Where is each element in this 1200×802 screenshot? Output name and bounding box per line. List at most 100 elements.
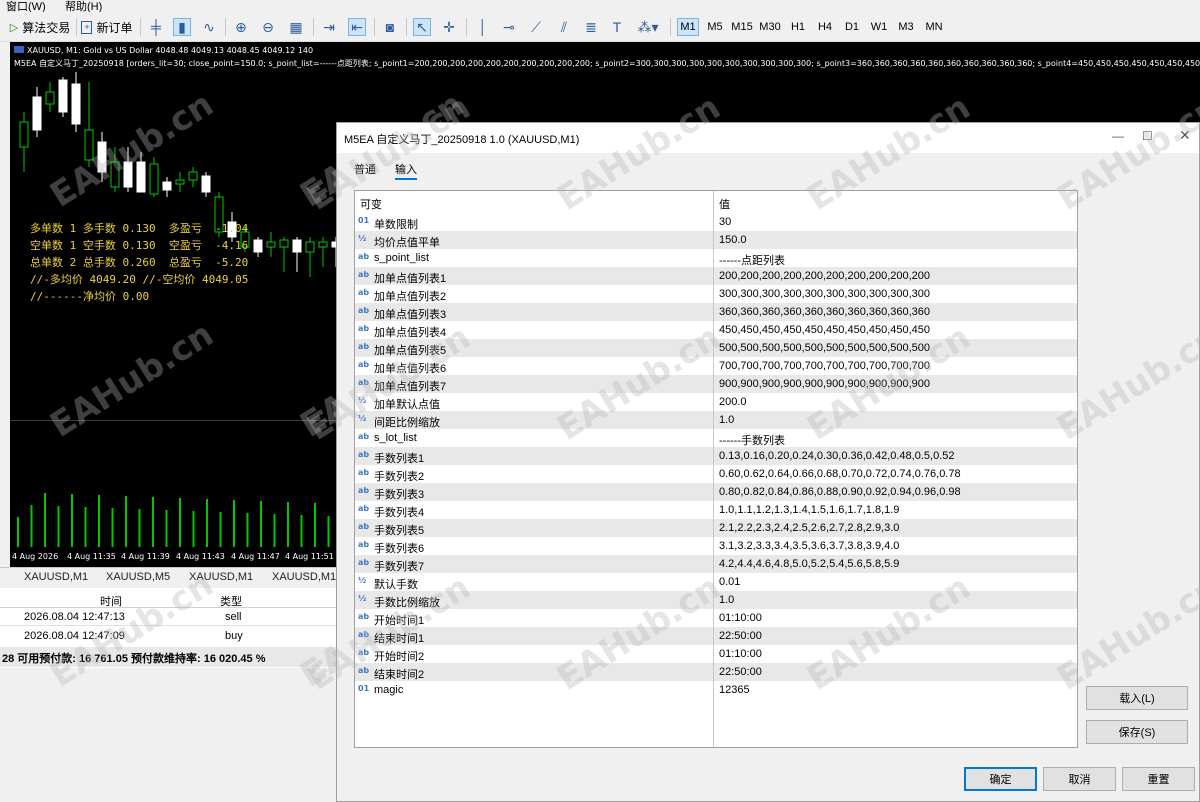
param-row[interactable]: ab 加单点值列表4 450,450,450,450,450,450,450,450… xyxy=(355,321,1077,339)
candlestick-chart-icon[interactable]: ▮ xyxy=(173,18,191,36)
param-row[interactable]: 01 单数限制 30 xyxy=(355,213,1077,231)
param-value[interactable]: 1.0 xyxy=(719,414,734,426)
param-row[interactable]: ½ 加单默认点值 200.0 xyxy=(355,393,1077,411)
param-value[interactable]: 01:10:00 xyxy=(719,648,762,660)
timeframe-m30-button[interactable]: M30 xyxy=(758,18,782,36)
param-value[interactable]: 22:50:00 xyxy=(719,666,762,678)
param-row[interactable]: ab 开始时间2 01:10:00 xyxy=(355,645,1077,663)
timeframe-h4-button[interactable]: H4 xyxy=(814,18,836,36)
param-row[interactable]: ab 手数列表1 0.13,0.16,0.20,0.24,0.30,0.36,0.4… xyxy=(355,447,1077,465)
timeframe-w1-button[interactable]: W1 xyxy=(868,18,890,36)
param-row[interactable]: ab 手数列表2 0.60,0.62,0.64,0.66,0.68,0.70,0.7… xyxy=(355,465,1077,483)
autoscroll-icon[interactable]: ⇥ xyxy=(320,18,338,36)
param-value[interactable]: 01:10:00 xyxy=(719,612,762,624)
chart-tab[interactable]: XAUUSD,M1 xyxy=(189,571,253,583)
param-value[interactable]: 200.0 xyxy=(719,396,747,408)
dialog-titlebar[interactable]: M5EA 自定义马丁_20250918 1.0 (XAUUSD,M1) — ☐ … xyxy=(337,123,1199,153)
param-value[interactable]: 1.0 xyxy=(719,594,734,606)
chart-tab[interactable]: XAUUSD,M1 xyxy=(272,571,336,583)
reset-button[interactable]: 重置 xyxy=(1122,767,1195,791)
param-value[interactable]: 200,200,200,200,200,200,200,200,200,200 xyxy=(719,270,930,282)
param-value[interactable]: 1.0,1.1,1.2,1.3,1.4,1.5,1.6,1.7,1.8,1.9 xyxy=(719,504,899,516)
param-value[interactable]: 30 xyxy=(719,216,731,228)
col-variable-header[interactable]: 可变 xyxy=(355,191,713,213)
timeframe-mn-button[interactable]: MN xyxy=(922,18,946,36)
col-time-header[interactable]: 时间 xyxy=(100,593,122,609)
param-row[interactable]: ab 手数列表7 4.2,4.4,4.6,4.8,5.0,5.2,5.4,5.6,5… xyxy=(355,555,1077,573)
param-row[interactable]: ab 加单点值列表6 700,700,700,700,700,700,700,700… xyxy=(355,357,1077,375)
param-row[interactable]: ab s_lot_list ------手数列表 xyxy=(355,429,1077,447)
param-value[interactable]: 4.2,4.4,4.6,4.8,5.0,5.2,5.4,5.6,5.8,5.9 xyxy=(719,558,899,570)
param-row[interactable]: ab 开始时间1 01:10:00 xyxy=(355,609,1077,627)
param-value[interactable]: 360,360,360,360,360,360,360,360,360,360 xyxy=(719,306,930,318)
param-value[interactable]: 0.60,0.62,0.64,0.66,0.68,0.70,0.72,0.74,… xyxy=(719,468,961,480)
timeframe-d1-button[interactable]: D1 xyxy=(841,18,863,36)
param-row[interactable]: ab 手数列表3 0.80,0.82,0.84,0.86,0.88,0.90,0.9… xyxy=(355,483,1077,501)
param-row[interactable]: ab 结束时间2 22:50:00 xyxy=(355,663,1077,681)
param-row[interactable]: 01 magic 12365 xyxy=(355,681,1077,699)
trendline-icon[interactable]: ⟋ xyxy=(527,18,545,36)
menu-help[interactable]: 帮助(H) xyxy=(65,0,102,12)
close-icon[interactable]: ✕ xyxy=(1179,127,1191,144)
param-value[interactable]: 500,500,500,500,500,500,500,500,500,500 xyxy=(719,342,930,354)
vertical-line-icon[interactable]: │ xyxy=(474,18,492,36)
timeframe-m3-button[interactable]: M3 xyxy=(895,18,917,36)
param-value[interactable]: 0.01 xyxy=(719,576,740,588)
line-chart-icon[interactable]: ∿ xyxy=(200,18,218,36)
horizontal-line-icon[interactable]: ⊸ xyxy=(500,18,518,36)
param-row[interactable]: ab 手数列表4 1.0,1.1,1.2,1.3,1.4,1.5,1.6,1.7,1… xyxy=(355,501,1077,519)
param-value[interactable]: 300,300,300,300,300,300,300,300,300,300 xyxy=(719,288,930,300)
param-row[interactable]: ab 结束时间1 22:50:00 xyxy=(355,627,1077,645)
table-row[interactable]: 2026.08.04 12:47:13 sell xyxy=(0,608,336,626)
param-value[interactable]: 3.1,3.2,3.3,3.4,3.5,3.6,3.7,3.8,3.9,4.0 xyxy=(719,540,899,552)
param-row[interactable]: ½ 均价点值平单 150.0 xyxy=(355,231,1077,249)
param-row[interactable]: ab 加单点值列表3 360,360,360,360,360,360,360,360… xyxy=(355,303,1077,321)
param-row[interactable]: ab 加单点值列表2 300,300,300,300,300,300,300,300… xyxy=(355,285,1077,303)
col-value-header[interactable]: 值 xyxy=(714,191,1077,213)
param-row[interactable]: ½ 间距比例缩放 1.0 xyxy=(355,411,1077,429)
param-row[interactable]: ab s_point_list ------点距列表 xyxy=(355,249,1077,267)
timeframe-m5-button[interactable]: M5 xyxy=(704,18,726,36)
param-value[interactable]: 150.0 xyxy=(719,234,747,246)
crosshair-icon[interactable]: ✛ xyxy=(440,18,458,36)
param-value[interactable]: 12365 xyxy=(719,684,750,696)
param-value[interactable]: 0.13,0.16,0.20,0.24,0.30,0.36,0.42,0.48,… xyxy=(719,450,954,462)
algo-trading-button[interactable]: ▷ 算法交易 xyxy=(6,16,74,38)
timeframe-m15-button[interactable]: M15 xyxy=(730,18,754,36)
minimize-icon[interactable]: — xyxy=(1112,129,1124,143)
zoom-in-icon[interactable]: ⊕ xyxy=(232,18,250,36)
tab-general[interactable]: 普通 xyxy=(354,161,376,177)
timeframe-h1-button[interactable]: H1 xyxy=(787,18,809,36)
param-value[interactable]: 2.1,2.2,2.3,2.4,2.5,2.6,2.7,2.8,2.9,3.0 xyxy=(719,522,899,534)
param-row[interactable]: ab 加单点值列表7 900,900,900,900,900,900,900,900… xyxy=(355,375,1077,393)
timeframe-m1-button[interactable]: M1 xyxy=(677,18,699,36)
param-value[interactable]: ------手数列表 xyxy=(719,432,785,448)
text-icon[interactable]: T xyxy=(608,18,626,36)
param-row[interactable]: ab 手数列表5 2.1,2.2,2.3,2.4,2.5,2.6,2.7,2.8,2… xyxy=(355,519,1077,537)
cursor-icon[interactable]: ↖ xyxy=(413,18,431,36)
tab-inputs[interactable]: 输入 xyxy=(395,161,417,177)
cancel-button[interactable]: 取消 xyxy=(1043,767,1116,791)
maximize-icon[interactable]: ☐ xyxy=(1142,129,1153,143)
param-value[interactable]: 900,900,900,900,900,900,900,900,900,900 xyxy=(719,378,930,390)
param-value[interactable]: 450,450,450,450,450,450,450,450,450,450 xyxy=(719,324,930,336)
save-button[interactable]: 保存(S) xyxy=(1086,720,1188,744)
table-row[interactable]: 2026.08.04 12:47:09 buy xyxy=(0,627,336,645)
param-value[interactable]: ------点距列表 xyxy=(719,252,785,268)
param-value[interactable]: 22:50:00 xyxy=(719,630,762,642)
param-row[interactable]: ab 加单点值列表5 500,500,500,500,500,500,500,500… xyxy=(355,339,1077,357)
param-row[interactable]: ½ 默认手数 0.01 xyxy=(355,573,1077,591)
fibonacci-icon[interactable]: ≣ xyxy=(582,18,600,36)
zoom-out-icon[interactable]: ⊖ xyxy=(259,18,277,36)
load-button[interactable]: 载入(L) xyxy=(1086,686,1188,710)
chart-tab[interactable]: XAUUSD,M1 xyxy=(24,571,88,583)
bar-chart-icon[interactable]: ╪ xyxy=(147,18,165,36)
channel-icon[interactable]: ⫽ xyxy=(555,18,573,36)
grid-icon[interactable]: ▦ xyxy=(287,18,305,36)
param-row[interactable]: ½ 手数比例缩放 1.0 xyxy=(355,591,1077,609)
new-order-button[interactable]: + 新订单 xyxy=(80,16,134,38)
ok-button[interactable]: 确定 xyxy=(964,767,1037,791)
param-value[interactable]: 700,700,700,700,700,700,700,700,700,700 xyxy=(719,360,930,372)
chart-shift-icon[interactable]: ⇤ xyxy=(348,18,366,36)
screenshot-icon[interactable]: ◙ xyxy=(381,18,399,36)
